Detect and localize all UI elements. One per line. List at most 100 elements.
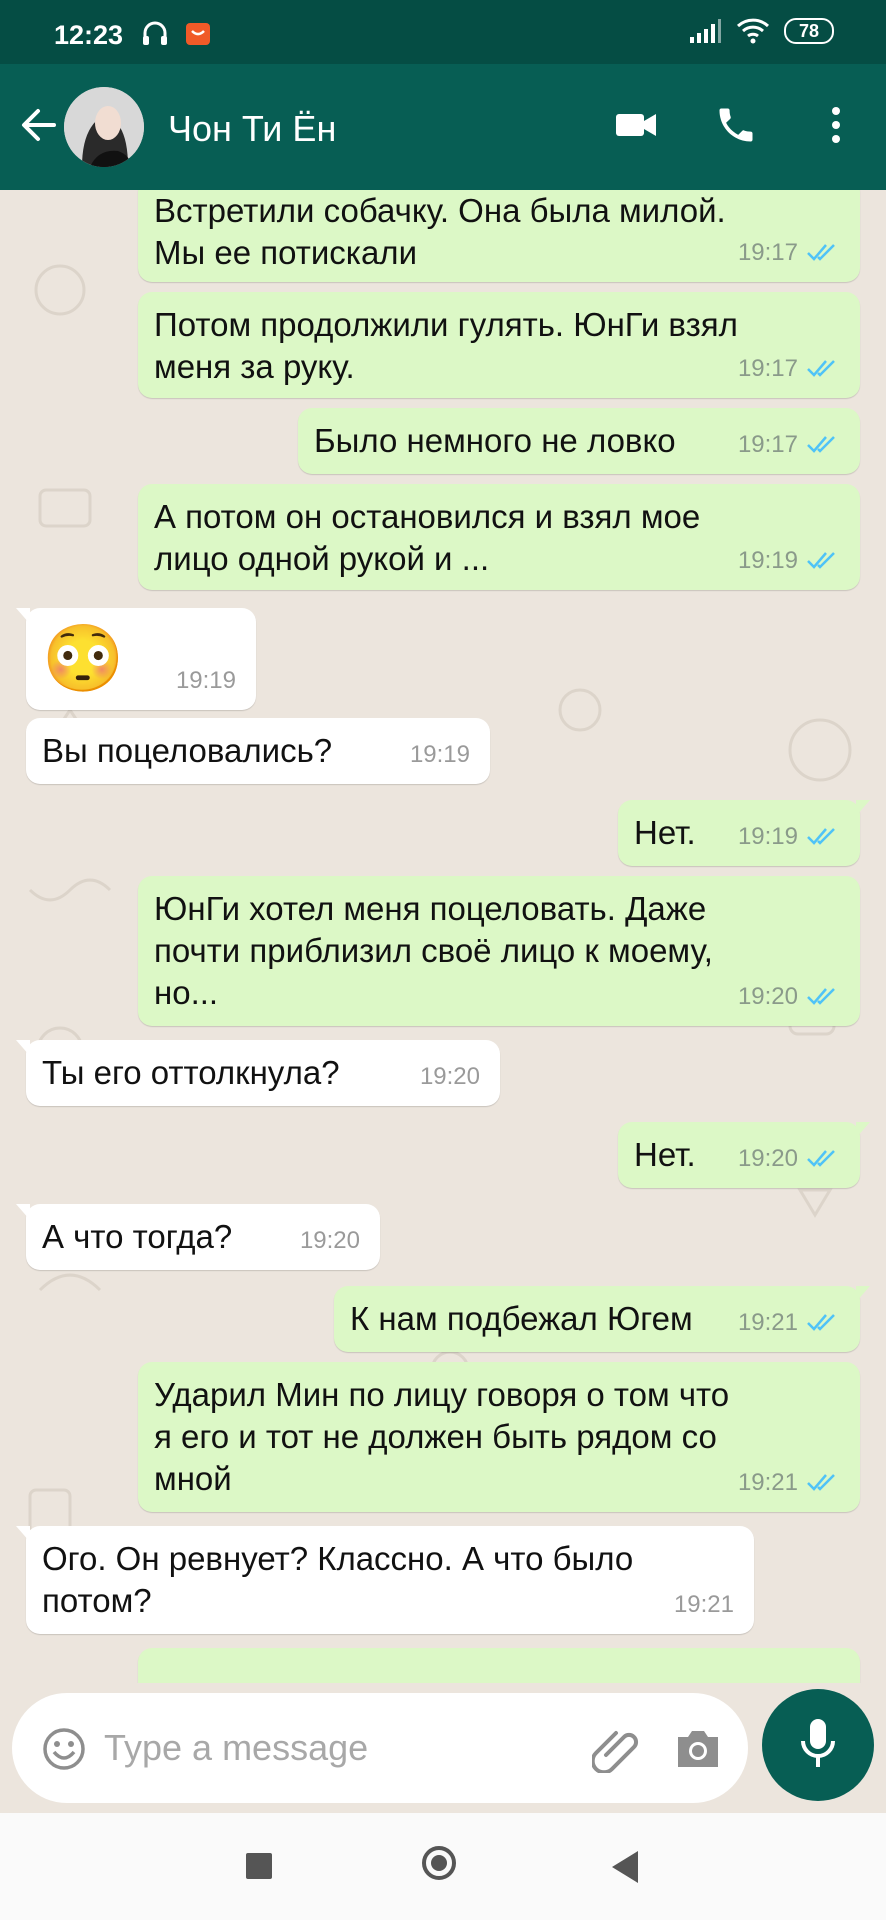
message-bubble-outgoing[interactable]: ЮнГи хотел меня поцеловать. Даже почти п… (138, 876, 860, 1026)
message-meta: 19:17 (738, 348, 840, 390)
message-meta: 19:17 (738, 424, 840, 466)
headphones-icon (143, 21, 167, 45)
read-ticks-icon (807, 1474, 835, 1491)
system-back-button[interactable] (612, 1851, 638, 1883)
message-bubble-outgoing[interactable]: Встретили собачку. Она была милой. Мы ее… (138, 190, 860, 282)
camera-icon (678, 1731, 718, 1767)
message-bubble-outgoing[interactable]: Потом продолжили гулять. ЮнГи взял меня … (138, 292, 860, 398)
message-meta: 19:21 (674, 1584, 734, 1626)
message-text: А что тогда? (42, 1218, 233, 1255)
message-bubble-outgoing-partial[interactable] (138, 1648, 860, 1683)
message-bubble-incoming[interactable]: Вы поцеловались? 19:19 (26, 718, 490, 784)
message-bubble-outgoing[interactable]: Нет. 19:20 (618, 1122, 870, 1188)
avatar[interactable] (64, 87, 144, 167)
status-left-icons (140, 18, 212, 48)
video-call-button[interactable] (614, 103, 658, 152)
message-time: 19:19 (175, 667, 236, 694)
signal-icon (690, 19, 721, 43)
message-time: 19:17 (737, 355, 798, 382)
message-bubble-outgoing[interactable]: А потом он остановился и взял мое лицо о… (138, 484, 860, 590)
read-ticks-icon (807, 552, 835, 569)
message-text: Ты его оттолкнула? (42, 1054, 340, 1091)
read-ticks-icon (807, 1314, 835, 1331)
message-meta: 19:20 (738, 1138, 840, 1180)
read-ticks-icon (807, 360, 835, 377)
message-time: 19:20 (737, 1145, 798, 1172)
voice-call-button[interactable] (714, 103, 758, 152)
message-emoji: 😳 (42, 621, 125, 695)
home-button[interactable] (422, 1846, 456, 1880)
phone-icon (719, 108, 753, 142)
message-time: 19:20 (299, 1227, 360, 1254)
message-bubble-outgoing[interactable]: К нам подбежал Югем 19:21 (334, 1286, 870, 1352)
message-bubble-incoming[interactable]: 😳 19:19 (16, 608, 256, 710)
chat-area[interactable]: Встретили собачку. Она была милой. Мы ее… (0, 190, 886, 1683)
message-meta: 19:19 (410, 734, 470, 776)
message-time: 19:19 (737, 823, 798, 850)
message-bubble-incoming[interactable]: Ого. Он ревнует? Классно. А что было пот… (16, 1526, 754, 1634)
mic-icon (801, 1719, 835, 1767)
message-text: Нет. (634, 1136, 696, 1173)
message-text: Вы поцеловались? (42, 732, 333, 769)
message-meta: 19:19 (738, 540, 840, 582)
message-text: К нам подбежал Югем (350, 1300, 693, 1337)
more-options-icon (832, 107, 840, 143)
more-options-button[interactable] (818, 103, 854, 152)
recent-apps-button[interactable] (246, 1853, 272, 1879)
message-text: ЮнГи хотел меня поцеловать. Даже почти п… (154, 890, 713, 1011)
message-placeholder: Type a message (104, 1727, 369, 1768)
message-meta: 19:21 (738, 1462, 840, 1504)
contact-name[interactable]: Чон Ти Ён (168, 108, 336, 150)
message-time: 19:21 (737, 1469, 798, 1496)
system-nav-bar (0, 1813, 886, 1920)
message-bubble-outgoing[interactable]: Нет. 19:19 (618, 800, 870, 866)
status-time: 12:23 (54, 20, 124, 50)
message-input[interactable]: Type a message (12, 1693, 748, 1803)
message-time: 19:21 (737, 1309, 798, 1336)
read-ticks-icon (807, 436, 835, 453)
emoji-icon (43, 1728, 85, 1770)
message-bubble-outgoing[interactable]: Ударил Мин по лицу говоря о том что я ег… (138, 1362, 860, 1512)
voice-record-button[interactable] (762, 1689, 874, 1801)
read-ticks-icon (807, 828, 835, 845)
read-ticks-icon (807, 244, 835, 261)
message-text: Встретили собачку. Она была милой. Мы ее… (154, 192, 726, 271)
message-time: 19:19 (409, 741, 470, 768)
message-text: Нет. (634, 814, 696, 851)
back-button[interactable] (18, 105, 58, 150)
emoji-button[interactable] (42, 1727, 86, 1776)
message-time: 19:19 (737, 547, 798, 574)
video-call-icon (616, 114, 656, 136)
notification-app-icon (186, 23, 211, 45)
camera-button[interactable] (674, 1727, 722, 1776)
status-bar: 12:23 78 (0, 0, 886, 64)
back-arrow-icon (22, 109, 56, 141)
message-text: Ударил Мин по лицу говоря о том что я ег… (154, 1376, 730, 1497)
message-time: 19:20 (737, 983, 798, 1010)
message-time: 19:20 (419, 1063, 480, 1090)
chat-header: Чон Ти Ён (0, 64, 886, 190)
message-bubble-outgoing[interactable]: Было немного не ловко 19:17 (298, 408, 860, 474)
message-time: 19:17 (737, 239, 798, 266)
message-text: Ого. Он ревнует? Классно. А что было пот… (42, 1540, 634, 1619)
message-meta: 19:20 (738, 976, 840, 1018)
message-meta: 19:20 (420, 1056, 480, 1098)
wifi-icon (736, 18, 770, 44)
attach-icon (590, 1731, 639, 1775)
message-bubble-incoming[interactable]: А что тогда? 19:20 (16, 1204, 380, 1270)
message-time: 19:21 (673, 1591, 734, 1618)
attach-button[interactable] (590, 1725, 642, 1778)
message-meta: 19:21 (738, 1302, 840, 1344)
composer-bar: Type a message (0, 1683, 886, 1813)
read-ticks-icon (807, 1150, 835, 1167)
message-text: Потом продолжили гулять. ЮнГи взял меня … (154, 306, 738, 385)
message-bubble-incoming[interactable]: Ты его оттолкнула? 19:20 (16, 1040, 500, 1106)
message-meta: 19:19 (176, 660, 236, 702)
status-right-icons: 78 (688, 18, 834, 44)
message-meta: 19:19 (738, 816, 840, 858)
read-ticks-icon (807, 988, 835, 1005)
message-text: А потом он остановился и взял мое лицо о… (154, 498, 701, 577)
message-text: Было немного не ловко (314, 422, 676, 459)
battery-indicator: 78 (784, 18, 834, 44)
message-meta: 19:20 (300, 1220, 360, 1262)
